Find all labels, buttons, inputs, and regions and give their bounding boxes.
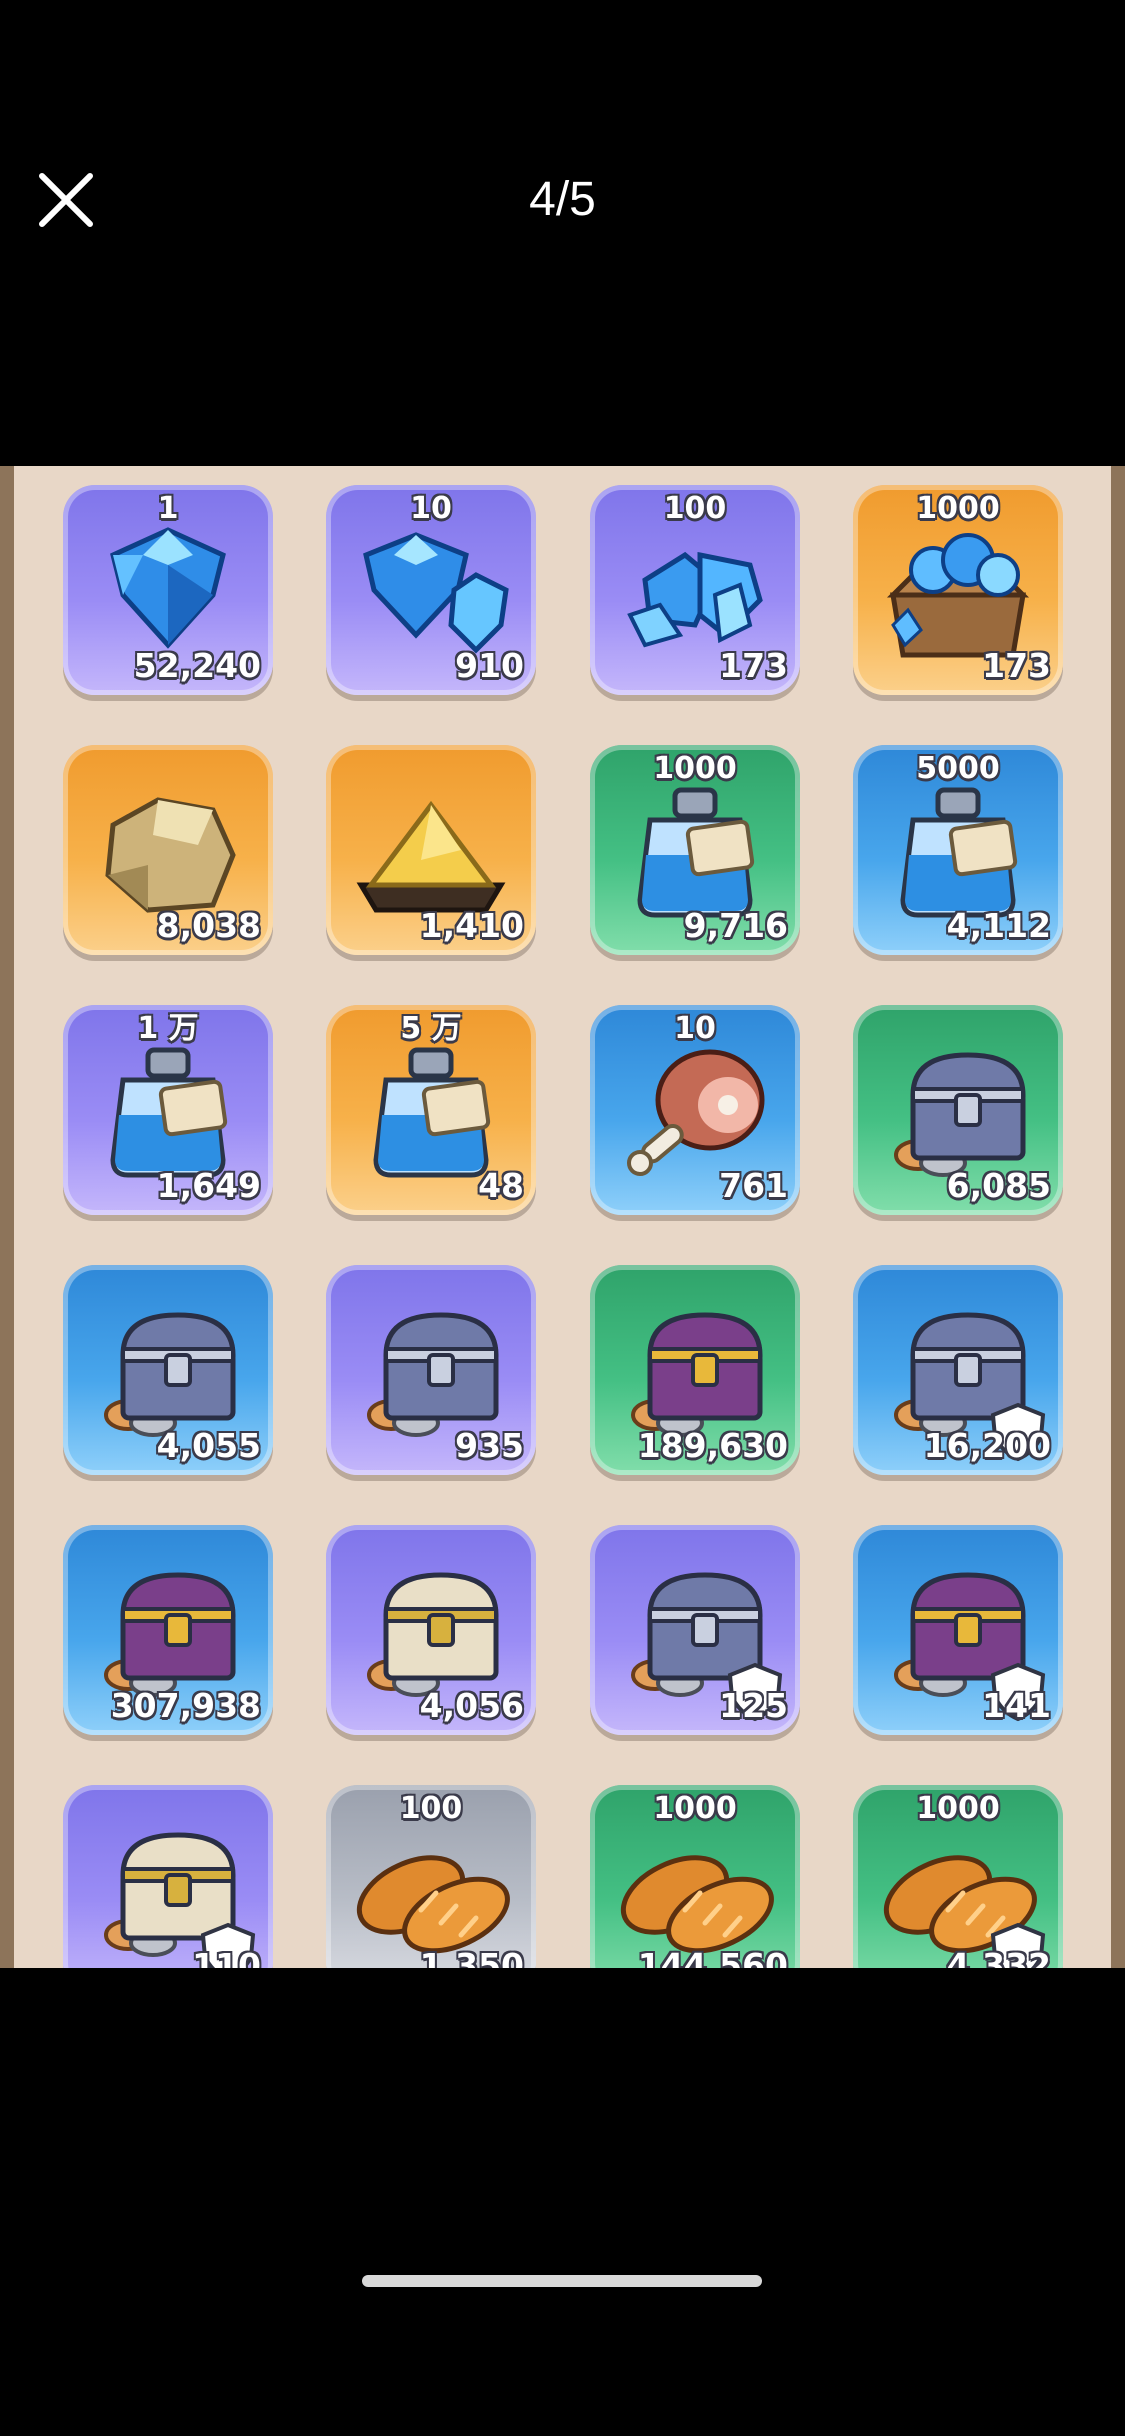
item-quantity-label: 10: [410, 491, 452, 526]
item-tile[interactable]: 8,038: [63, 745, 273, 955]
item-quantity-label: 1000: [653, 1791, 737, 1826]
item-tile[interactable]: 10 910: [326, 485, 536, 695]
item-count: 6,085: [946, 1166, 1051, 1205]
item-tile[interactable]: 1000 4,332: [853, 1785, 1063, 1968]
item-quantity-label: 5 万: [400, 1011, 462, 1046]
item-tile[interactable]: 4,055: [63, 1265, 273, 1475]
item-quantity-label: 1 万: [137, 1011, 199, 1046]
item-count: 16,200: [923, 1426, 1051, 1465]
item-tile[interactable]: 1000 9,716: [590, 745, 800, 955]
item-count: 9,716: [683, 906, 788, 945]
item-tile[interactable]: 5 万 48: [326, 1005, 536, 1215]
ivory-chest-shield-icon: [104, 1832, 256, 1968]
item-count: 4,112: [946, 906, 1051, 945]
item-count: 52,240: [133, 646, 261, 685]
item-count: 125: [719, 1686, 788, 1725]
item-count: 1,649: [156, 1166, 261, 1205]
item-count: 910: [455, 646, 524, 685]
item-tile[interactable]: 1000 144,560: [590, 1785, 800, 1968]
item-count: 110: [192, 1946, 261, 1969]
item-quantity-label: 1000: [916, 491, 1000, 526]
item-tile[interactable]: 1000 173: [853, 485, 1063, 695]
item-tile[interactable]: 1 万 1,649: [63, 1005, 273, 1215]
item-quantity-label: 1000: [916, 1791, 1000, 1826]
item-tile[interactable]: 100 173: [590, 485, 800, 695]
page-counter: 4/5: [529, 173, 596, 226]
item-tile[interactable]: 10 761: [590, 1005, 800, 1215]
item-quantity-label: 5000: [916, 751, 1000, 786]
item-count: 1,350: [419, 1946, 524, 1969]
item-tile[interactable]: 100 1,350: [326, 1785, 536, 1968]
item-count: 189,630: [637, 1426, 788, 1465]
item-tile[interactable]: 189,630: [590, 1265, 800, 1475]
item-count: 4,056: [419, 1686, 524, 1725]
item-grid: 1 52,240 10 910 100 173 1000 173 8,038 1,410…: [0, 466, 1125, 1968]
item-tile[interactable]: 141: [853, 1525, 1063, 1735]
item-count: 1,410: [419, 906, 524, 945]
item-count: 173: [719, 646, 788, 685]
item-count: 4,055: [156, 1426, 261, 1465]
item-tile[interactable]: 935: [326, 1265, 536, 1475]
item-tile[interactable]: 16,200: [853, 1265, 1063, 1475]
item-quantity-label: 100: [399, 1791, 463, 1826]
item-tile[interactable]: 1,410: [326, 745, 536, 955]
item-count: 4,332: [946, 1946, 1051, 1969]
item-count: 761: [719, 1166, 788, 1205]
item-quantity-label: 100: [663, 491, 727, 526]
home-indicator[interactable]: [362, 2275, 762, 2287]
item-tile[interactable]: 6,085: [853, 1005, 1063, 1215]
item-count: 144,560: [637, 1946, 788, 1969]
item-tile[interactable]: 110: [63, 1785, 273, 1968]
item-tile[interactable]: 1 52,240: [63, 485, 273, 695]
item-count: 935: [455, 1426, 524, 1465]
item-tile[interactable]: 4,056: [326, 1525, 536, 1735]
image-viewer[interactable]: 1 52,240 10 910 100 173 1000 173 8,038 1,410…: [0, 466, 1125, 1968]
item-count: 173: [982, 646, 1051, 685]
item-count: 8,038: [156, 906, 261, 945]
item-count: 48: [478, 1166, 524, 1205]
item-tile[interactable]: 5000 4,112: [853, 745, 1063, 955]
item-count: 141: [982, 1686, 1051, 1725]
item-count: 307,938: [110, 1686, 261, 1725]
item-quantity-label: 1: [157, 491, 179, 526]
item-quantity-label: 10: [674, 1011, 716, 1046]
item-quantity-label: 1000: [653, 751, 737, 786]
item-tile[interactable]: 307,938: [63, 1525, 273, 1735]
item-tile[interactable]: 125: [590, 1525, 800, 1735]
